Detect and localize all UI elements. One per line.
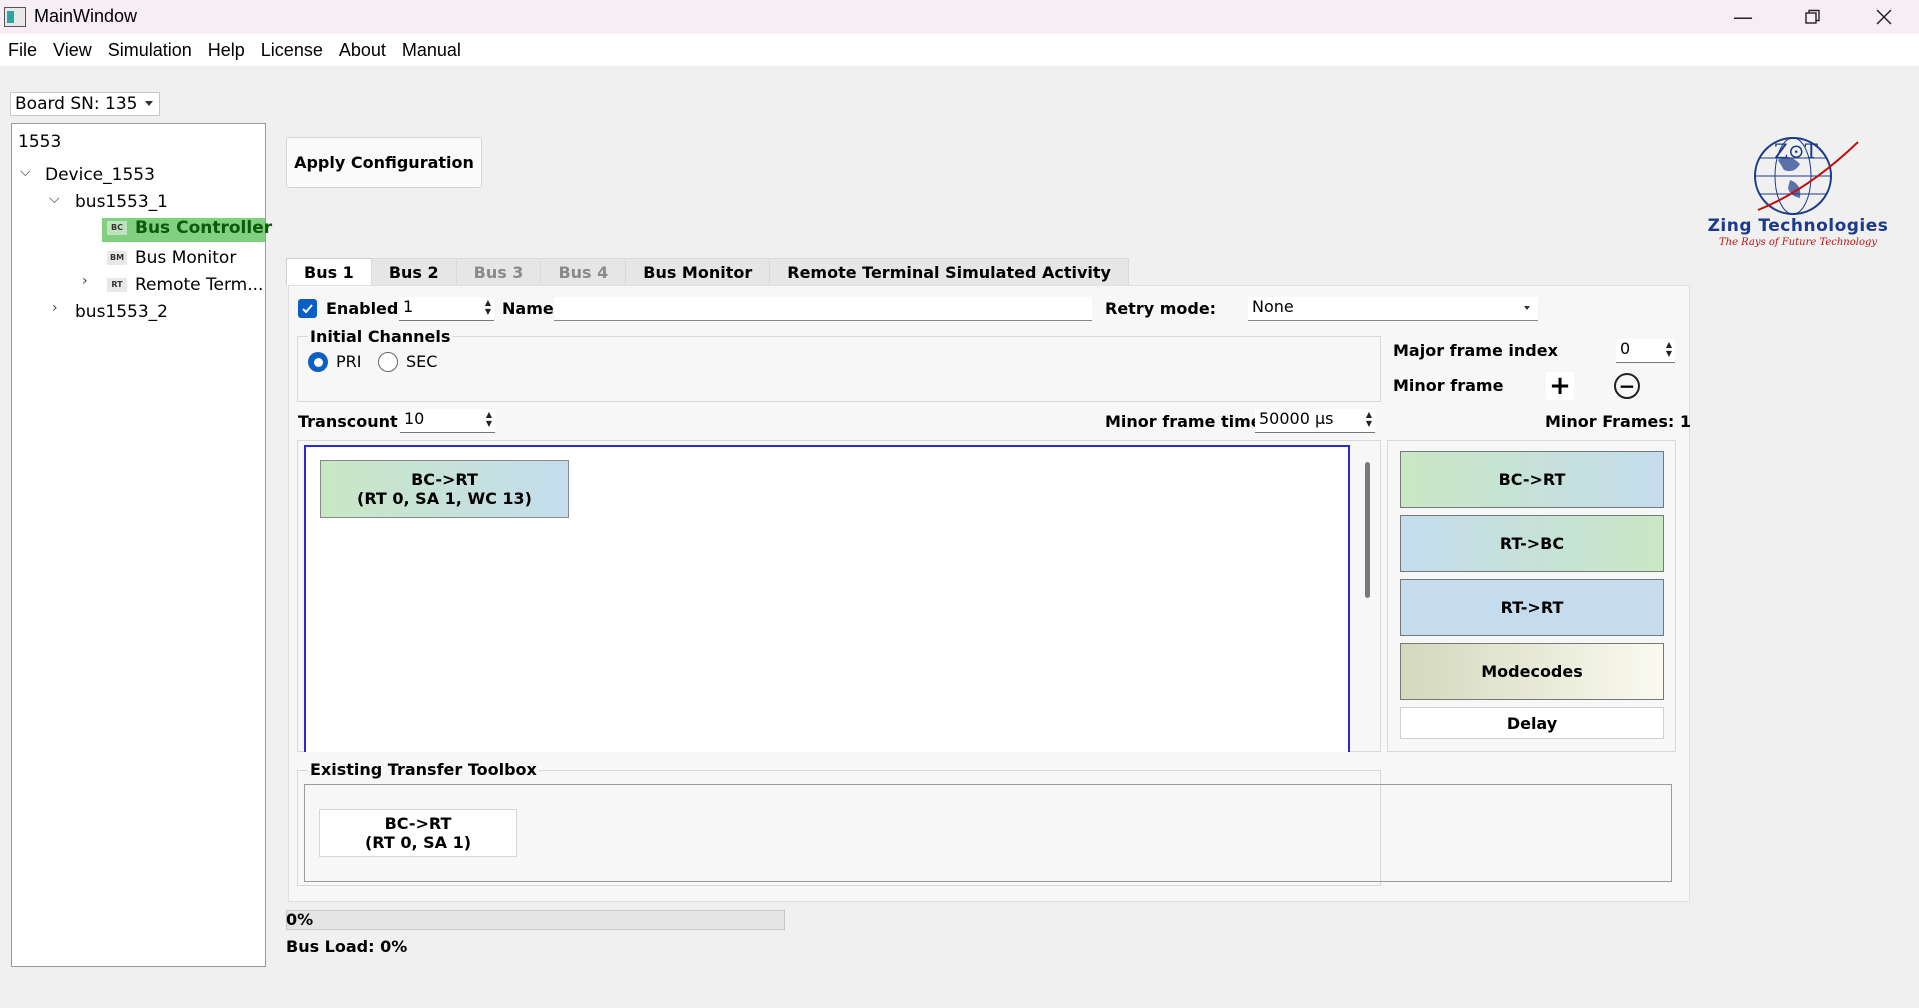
initial-channels-label: Initial Channels	[308, 327, 453, 346]
bus-load-label: Bus Load: 0%	[286, 937, 408, 956]
chevron-right-icon[interactable]: ›	[52, 300, 58, 316]
tree-item-bus-monitor[interactable]: BM Bus Monitor	[107, 248, 236, 268]
bc-icon: BC	[107, 221, 127, 235]
sec-radio[interactable]	[378, 352, 398, 372]
tree-item-label: Bus Monitor	[135, 248, 237, 268]
tree-item-remote-terminal[interactable]: RT Remote Term...	[107, 275, 263, 295]
minor-frame-time-value: 50000 µs	[1259, 409, 1334, 428]
major-frame-index-label: Major frame index	[1393, 341, 1558, 360]
tab-bus-1[interactable]: Bus 1	[286, 258, 372, 286]
transfer-type: BC->RT	[411, 470, 478, 489]
spin-arrows-icon[interactable]: ▲ ▼	[486, 410, 492, 428]
close-icon[interactable]	[1849, 0, 1919, 34]
canvas-transfer-bc-rt[interactable]: BC->RT (RT 0, SA 1, WC 13)	[320, 460, 569, 518]
tab-bus-monitor[interactable]: Bus Monitor	[625, 258, 771, 286]
apply-configuration-button[interactable]: Apply Configuration	[286, 137, 482, 188]
transcount-label: Transcount	[298, 412, 398, 431]
spin-arrows-icon[interactable]: ▲ ▼	[485, 298, 491, 316]
bm-icon: BM	[107, 251, 127, 265]
menu-simulation[interactable]: Simulation	[100, 40, 200, 61]
name-label: Name	[502, 299, 554, 318]
minor-frame-time-spinbox[interactable]: 50000 µs ▲ ▼	[1255, 409, 1375, 433]
pri-radio[interactable]	[308, 352, 328, 372]
progress-text: 0%	[286, 910, 314, 929]
spin-arrows-icon[interactable]: ▲ ▼	[1366, 410, 1372, 428]
transfer-params: (RT 0, SA 1, WC 13)	[357, 489, 532, 508]
board-select[interactable]: Board SN: 135	[10, 92, 160, 116]
menu-license[interactable]: License	[253, 40, 331, 61]
logo-tagline: The Rays of Future Technology	[1718, 237, 1878, 248]
chevron-down-icon[interactable]: ⌵	[20, 164, 31, 180]
company-logo: Z⊙T Zing Technologies The Rays of Future…	[1698, 130, 1898, 255]
initial-channels-group	[297, 336, 1381, 402]
major-frame-index-value: 0	[1620, 339, 1631, 358]
transfer-params: (RT 0, SA 1)	[364, 833, 472, 852]
menu-view[interactable]: View	[45, 40, 100, 61]
tab-rt-simulated-activity[interactable]: Remote Terminal Simulated Activity	[769, 258, 1129, 286]
existing-transfer-toolbox-label: Existing Transfer Toolbox	[308, 760, 539, 779]
tree-item-label: Bus Controller	[135, 218, 273, 238]
palette-rt-rt-button[interactable]: RT->RT	[1400, 579, 1664, 636]
major-frame-index-spinbox[interactable]: 0 ▲ ▼	[1616, 339, 1675, 363]
minimize-icon[interactable]: —	[1708, 0, 1778, 34]
palette-modecodes-button[interactable]: Modecodes	[1400, 643, 1664, 700]
existing-transfer-item[interactable]: BC->RT (RT 0, SA 1)	[319, 809, 517, 857]
canvas-scrollbar[interactable]	[1365, 462, 1370, 598]
retry-mode-label: Retry mode:	[1105, 299, 1217, 318]
tree-item-device[interactable]: Device_1553	[45, 165, 155, 185]
remove-minor-frame-icon[interactable]: −	[1614, 373, 1640, 399]
chevron-down-icon	[145, 101, 153, 106]
title-bar: MainWindow —	[0, 0, 1919, 34]
enabled-label: Enabled	[326, 299, 399, 318]
spin-arrows-icon[interactable]: ▲ ▼	[1666, 340, 1672, 358]
enabled-spinbox-value: 1	[403, 297, 414, 316]
logo-name: Zing Technologies	[1707, 216, 1889, 236]
menu-file[interactable]: File	[0, 40, 45, 61]
tab-bus-4: Bus 4	[540, 258, 627, 286]
device-tree[interactable]: 1553 ⌵ Device_1553 ⌵ bus1553_1 BC Bus Con…	[11, 123, 272, 967]
retry-mode-select[interactable]: None	[1248, 297, 1538, 321]
pri-label: PRI	[336, 352, 362, 371]
transfer-type: BC->RT	[384, 814, 452, 833]
menu-manual[interactable]: Manual	[394, 40, 469, 61]
minor-frames-count: Minor Frames: 1	[1545, 412, 1691, 431]
globe-logo-icon: Z⊙T	[1754, 137, 1859, 215]
app-icon	[4, 7, 26, 27]
minor-frame-label: Minor frame	[1393, 376, 1504, 395]
checkmark-icon	[302, 304, 313, 314]
bus-load-progress	[286, 910, 785, 930]
menu-about[interactable]: About	[331, 40, 394, 61]
rt-icon: RT	[107, 278, 127, 292]
palette-delay-button[interactable]: Delay	[1400, 707, 1664, 739]
tab-bus-3: Bus 3	[455, 258, 542, 286]
chevron-right-icon[interactable]: ›	[82, 273, 88, 289]
retry-mode-value: None	[1252, 297, 1294, 316]
tree-item-bus1[interactable]: bus1553_1	[75, 192, 168, 212]
enabled-spinbox[interactable]: 1 ▲ ▼	[399, 297, 494, 321]
add-minor-frame-icon[interactable]: +	[1546, 371, 1574, 401]
restore-icon[interactable]	[1778, 0, 1848, 34]
minor-frame-time-label: Minor frame time	[1105, 412, 1262, 431]
transcount-spinbox[interactable]: 10 ▲ ▼	[400, 409, 495, 433]
bus-tabs: Bus 1 Bus 2 Bus 3 Bus 4 Bus Monitor Remo…	[286, 258, 1129, 286]
name-input[interactable]	[554, 297, 1092, 321]
logo-letters: Z⊙T	[1774, 139, 1819, 163]
chevron-down-icon[interactable]: ⌵	[49, 191, 60, 207]
palette-rt-bc-button[interactable]: RT->BC	[1400, 515, 1664, 572]
palette-bc-rt-button[interactable]: BC->RT	[1400, 451, 1664, 508]
tree-root[interactable]: 1553	[18, 132, 61, 152]
menu-bar: File View Simulation Help License About …	[0, 34, 1919, 66]
chevron-down-icon	[1524, 306, 1530, 310]
menu-help[interactable]: Help	[200, 40, 253, 61]
enabled-checkbox[interactable]	[298, 299, 317, 318]
transcount-value: 10	[404, 409, 425, 428]
sec-label: SEC	[406, 352, 438, 371]
tree-item-bus2[interactable]: bus1553_2	[75, 302, 168, 322]
tree-item-bus-controller[interactable]: BC Bus Controller	[102, 218, 272, 242]
board-select-value: Board SN: 135	[15, 94, 138, 114]
window-title: MainWindow	[34, 6, 138, 26]
tree-item-label: Remote Term...	[135, 275, 264, 295]
tab-bus-2[interactable]: Bus 2	[370, 258, 457, 286]
